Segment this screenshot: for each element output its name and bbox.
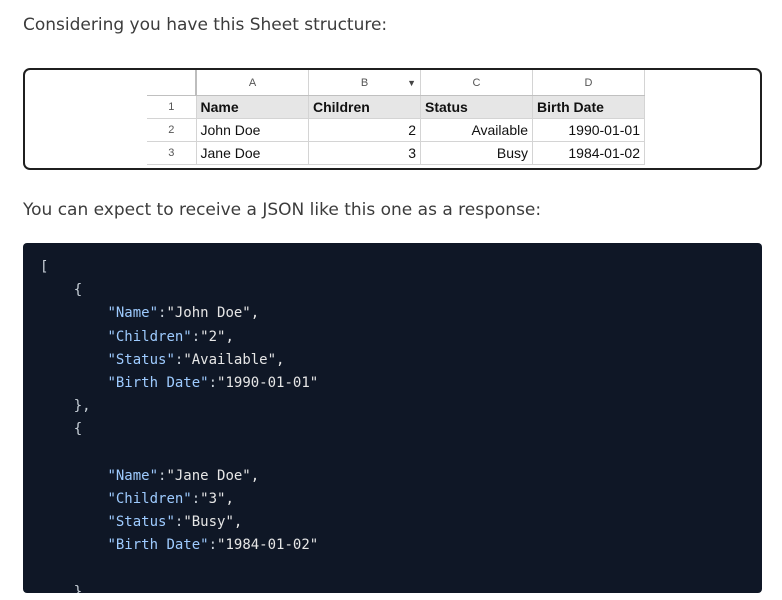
json-value: "Available", xyxy=(183,351,285,368)
dropdown-arrow-icon[interactable]: ▼ xyxy=(407,78,416,88)
json-key: "Name" xyxy=(107,305,159,322)
code-line: [ xyxy=(40,256,318,279)
code-line: }, xyxy=(40,395,318,418)
response-paragraph: You can expect to receive a JSON like th… xyxy=(23,200,542,220)
table-row: 3 Jane Doe 3 Busy 1984-01-02 xyxy=(147,141,645,165)
object-close: } xyxy=(73,583,83,593)
json-key: "Status" xyxy=(107,351,175,368)
open-bracket: [ xyxy=(40,259,49,275)
json-key: "Birth Date" xyxy=(107,374,209,391)
header-cell-status[interactable]: Status xyxy=(420,95,533,119)
column-header-a[interactable]: A xyxy=(196,70,309,96)
spreadsheet-table: A B ▼ C D 1 Name Children Status Birth D… xyxy=(147,70,645,165)
json-key: "Birth Date" xyxy=(107,537,209,554)
json-value: "Jane Doe", xyxy=(166,467,260,484)
object-open: { xyxy=(73,282,83,299)
json-value: "3", xyxy=(200,490,234,507)
intro-paragraph: Considering you have this Sheet structur… xyxy=(23,15,388,35)
json-value: "1984-01-02" xyxy=(217,537,319,554)
json-key: "Status" xyxy=(107,514,175,531)
code-line: "Status":"Busy", xyxy=(107,514,243,531)
table-row: 2 John Doe 2 Available 1990-01-01 xyxy=(147,118,645,142)
row-number[interactable]: 2 xyxy=(147,118,197,142)
cell-children[interactable]: 3 xyxy=(308,141,421,165)
cell-name[interactable]: Jane Doe xyxy=(196,141,309,165)
object-open: { xyxy=(73,421,83,438)
json-code: [ { "Name":"John Doe", "Children":"2", "… xyxy=(40,256,318,593)
select-all-corner[interactable] xyxy=(147,70,197,96)
json-code-block: [ { "Name":"John Doe", "Children":"2", "… xyxy=(23,243,762,593)
column-header-b[interactable]: B ▼ xyxy=(308,70,421,96)
code-line: "Children":"3", xyxy=(107,490,234,507)
code-line: "Name":"John Doe", xyxy=(107,305,260,322)
code-line: "Birth Date":"1990-01-01" xyxy=(107,374,319,391)
column-header-c[interactable]: C xyxy=(420,70,533,96)
object-close: }, xyxy=(73,398,91,415)
code-line: } xyxy=(40,581,318,593)
header-cell-children[interactable]: Children xyxy=(308,95,421,119)
column-header-b-label: B xyxy=(360,76,369,89)
column-header-row: A B ▼ C D xyxy=(147,70,645,96)
json-value: "John Doe", xyxy=(166,305,260,322)
sheet-structure-figure: A B ▼ C D 1 Name Children Status Birth D… xyxy=(23,68,762,170)
cell-name[interactable]: John Doe xyxy=(196,118,309,142)
cell-birth-date[interactable]: 1984-01-02 xyxy=(532,141,645,165)
cell-status[interactable]: Available xyxy=(420,118,533,142)
code-line: "Children":"2", xyxy=(107,328,234,345)
header-cell-name[interactable]: Name xyxy=(196,95,309,119)
code-line: { xyxy=(40,418,318,441)
cell-children[interactable]: 2 xyxy=(308,118,421,142)
row-number[interactable]: 1 xyxy=(147,95,197,119)
column-header-d[interactable]: D xyxy=(532,70,645,96)
code-line: "Status":"Available", xyxy=(107,351,285,368)
code-line: "Birth Date":"1984-01-02" xyxy=(107,537,319,554)
json-value: "Busy", xyxy=(183,514,243,531)
json-value: "2", xyxy=(200,328,234,345)
cell-birth-date[interactable]: 1990-01-01 xyxy=(532,118,645,142)
json-value: "1990-01-01" xyxy=(217,374,319,391)
code-line: { xyxy=(40,279,318,302)
code-line: "Name":"Jane Doe", xyxy=(107,467,260,484)
table-row: 1 Name Children Status Birth Date xyxy=(147,95,645,119)
json-key: "Name" xyxy=(107,467,159,484)
json-key: "Children" xyxy=(107,328,192,345)
header-cell-birth-date[interactable]: Birth Date xyxy=(532,95,645,119)
row-number[interactable]: 3 xyxy=(147,141,197,165)
json-key: "Children" xyxy=(107,490,192,507)
cell-status[interactable]: Busy xyxy=(420,141,533,165)
